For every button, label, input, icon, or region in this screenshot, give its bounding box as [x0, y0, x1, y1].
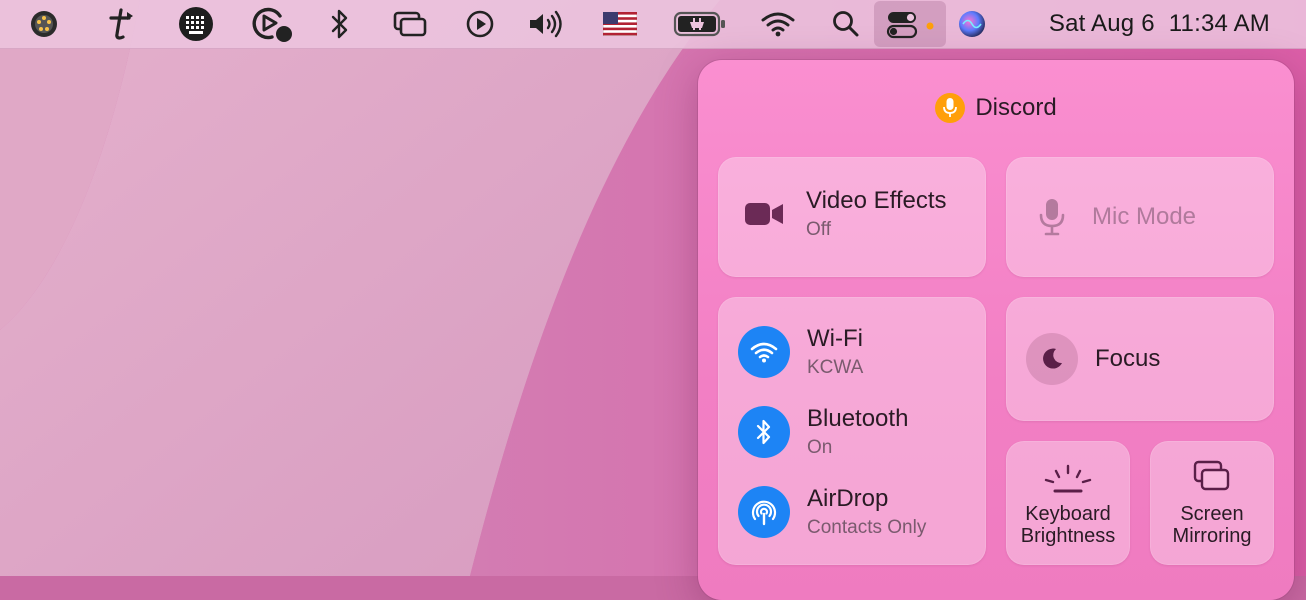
moon-icon	[1026, 333, 1078, 385]
wifi-title: Wi-Fi	[807, 325, 863, 352]
volume-icon[interactable]	[522, 4, 570, 44]
screen-mirroring-label-line2: Mirroring	[1172, 525, 1252, 547]
wifi-network-name: KCWA	[807, 357, 864, 378]
play-icon[interactable]	[460, 4, 500, 44]
bluetooth-status: On	[807, 437, 833, 458]
video-effects-status: Off	[806, 219, 831, 240]
airdrop-title: AirDrop	[807, 485, 889, 512]
keyboard-viewer-icon[interactable]	[176, 4, 216, 44]
screen-recorder-icon[interactable]	[248, 4, 296, 44]
menu-bar-clock[interactable]: Sat Aug 6 11:34 AM	[1049, 0, 1270, 48]
wifi-row[interactable]: Wi-Fi KCWA	[738, 325, 863, 379]
mic-mode-tile[interactable]: Mic Mode	[1006, 157, 1274, 277]
battery-icon[interactable]	[670, 4, 730, 44]
clock-date: Sat Aug 6	[1048, 10, 1155, 37]
wifi-icon[interactable]	[756, 4, 800, 44]
screen-mirroring-tile[interactable]: Screen Mirroring	[1150, 441, 1274, 565]
bluetooth-icon[interactable]	[738, 406, 790, 458]
video-effects-title: Video Effects	[806, 187, 947, 214]
wifi-icon[interactable]	[738, 326, 790, 378]
mic-app-name: Discord	[975, 94, 1057, 121]
focus-tile[interactable]: Focus	[1006, 297, 1274, 421]
microphone-icon	[1036, 197, 1068, 237]
keyboard-brightness-label-line2: Brightness	[1020, 525, 1116, 547]
mic-mode-title: Mic Mode	[1092, 203, 1197, 230]
focus-title: Focus	[1095, 345, 1161, 372]
airdrop-status: Contacts Only	[807, 517, 927, 538]
screen-mirroring-icon	[1192, 459, 1232, 497]
us-flag-icon[interactable]	[598, 4, 642, 44]
control-center-icon[interactable]	[880, 4, 940, 44]
keyboard-brightness-label-line1: Keyboard	[1025, 503, 1111, 525]
bluetooth-icon[interactable]	[324, 4, 356, 44]
clock-time: 11:34 AM	[1168, 10, 1270, 37]
video-effects-tile[interactable]: Video Effects Off	[718, 157, 986, 277]
control-center-panel: Discord Video Effects Off Mic Mode Wi-Fi…	[698, 60, 1294, 600]
screen-mirroring-icon[interactable]	[388, 4, 432, 44]
typora-icon[interactable]	[100, 4, 140, 44]
bluetooth-title: Bluetooth	[807, 405, 909, 432]
keyboard-brightness-tile[interactable]: Keyboard Brightness	[1006, 441, 1130, 565]
app-dot-icon[interactable]	[24, 4, 64, 44]
search-icon[interactable]	[826, 4, 866, 44]
airdrop-icon[interactable]	[738, 486, 790, 538]
siri-icon[interactable]	[952, 4, 992, 44]
airdrop-row[interactable]: AirDrop Contacts Only	[738, 485, 926, 539]
menu-bar: Sat Aug 6 11:34 AM	[0, 0, 1306, 49]
mic-in-use-header[interactable]: Discord	[698, 88, 1294, 128]
network-tile: Wi-Fi KCWA Bluetooth On AirDrop Contacts…	[718, 297, 986, 565]
screen-mirroring-label-line1: Screen	[1180, 503, 1244, 525]
video-camera-icon	[744, 194, 784, 234]
keyboard-brightness-icon	[1043, 463, 1093, 497]
bluetooth-row[interactable]: Bluetooth On	[738, 405, 908, 459]
microphone-icon	[935, 93, 966, 123]
